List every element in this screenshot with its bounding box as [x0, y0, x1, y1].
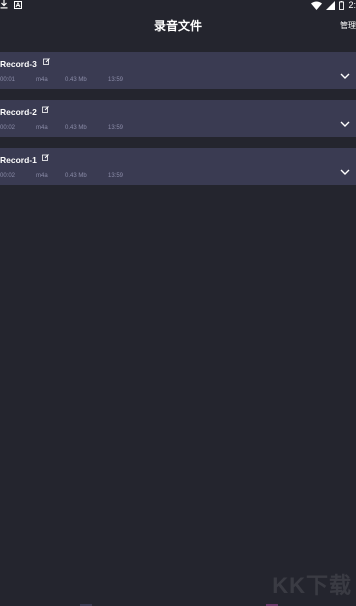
edit-icon[interactable]: [43, 58, 50, 65]
recording-item[interactable]: Record-2 00:02 m4a 0.43 Mb 13:59: [0, 100, 356, 137]
recording-format: m4a: [36, 77, 48, 83]
status-left: [0, 0, 22, 9]
notification-a-icon: [14, 0, 22, 9]
battery-icon: [339, 0, 345, 10]
status-bar: 2:: [0, 0, 356, 12]
recording-name: Record-3: [0, 59, 37, 69]
recording-item[interactable]: Record-3 00:01 m4a 0.43 Mb 13:59: [0, 52, 356, 89]
download-icon: [0, 0, 8, 9]
recording-list: Record-3 00:01 m4a 0.43 Mb 13:59 Record-…: [0, 52, 356, 196]
recording-time: 13:59: [108, 77, 124, 83]
recording-duration: 00:02: [0, 173, 16, 179]
chevron-down-icon[interactable]: [340, 169, 350, 175]
recording-duration: 00:01: [0, 77, 16, 83]
status-right: 2:: [311, 0, 356, 10]
recording-size: 0.43 Mb: [65, 77, 87, 83]
recording-item[interactable]: Record-1 00:02 m4a 0.43 Mb 13:59: [0, 148, 356, 185]
recording-time: 13:59: [108, 125, 124, 131]
edit-icon[interactable]: [42, 106, 49, 113]
watermark: KK下载: [272, 573, 352, 598]
recording-format: m4a: [36, 173, 48, 179]
manage-button[interactable]: 管理: [340, 20, 356, 31]
page-title: 录音文件: [153, 19, 202, 33]
recording-time: 13:59: [108, 173, 124, 179]
signal-icon: [326, 0, 336, 10]
recording-name: Record-2: [0, 107, 37, 117]
chevron-down-icon[interactable]: [340, 121, 350, 127]
edit-icon[interactable]: [42, 154, 49, 161]
status-time: 2:: [348, 0, 356, 10]
recording-size: 0.43 Mb: [65, 173, 87, 179]
recording-name: Record-1: [0, 155, 37, 165]
chevron-down-icon[interactable]: [340, 73, 350, 79]
recording-size: 0.43 Mb: [65, 125, 87, 131]
recording-format: m4a: [36, 125, 48, 131]
recording-duration: 00:02: [0, 125, 16, 131]
wifi-icon: [311, 1, 323, 10]
